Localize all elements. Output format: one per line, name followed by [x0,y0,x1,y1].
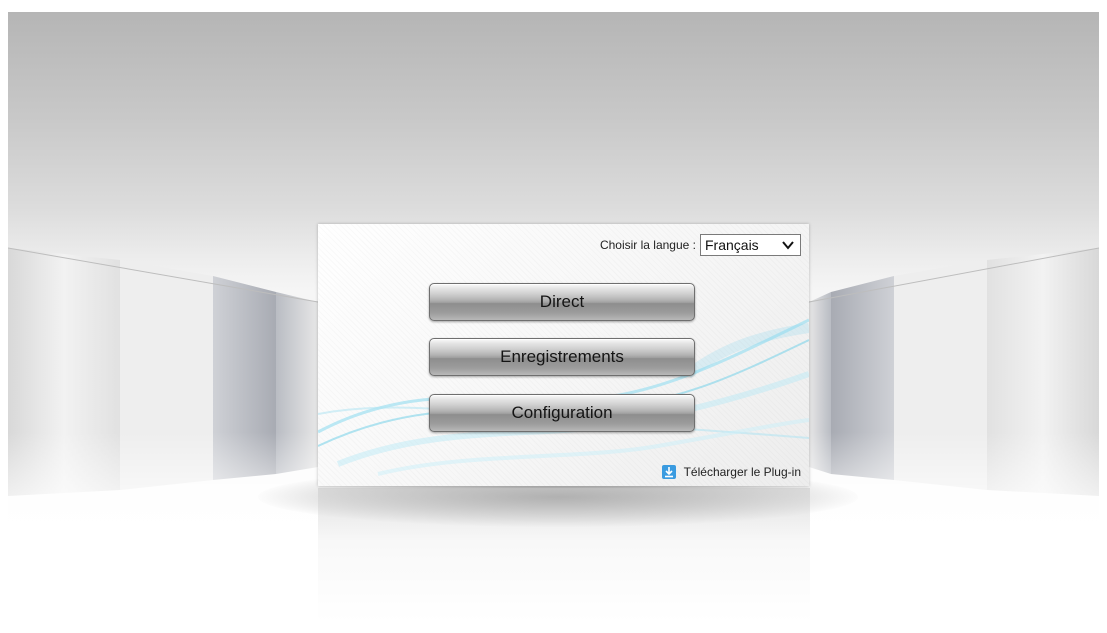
configuration-button-label: Configuration [511,403,613,422]
configuration-button[interactable]: Configuration [429,394,695,432]
direct-button-label: Direct [539,292,585,311]
recordings-button[interactable]: Enregistrements [429,338,695,376]
plugin-download-label[interactable]: Télécharger le Plug-in [684,465,801,479]
language-dropdown[interactable]: Français [700,234,801,256]
chevron-down-icon [782,241,794,250]
language-label: Choisir la langue : [599,238,696,252]
language-selected-value: Français [705,237,759,253]
language-selector-row: Choisir la langue : Français [600,234,801,256]
recordings-button-label: Enregistrements [500,347,624,366]
download-icon[interactable] [661,465,676,479]
panel-reflection [318,488,810,622]
login-panel: Choisir la langue : Français Direct Enre… [318,224,809,486]
plugin-download-link[interactable]: Télécharger le Plug-in [661,465,801,479]
direct-button[interactable]: Direct [429,283,695,321]
